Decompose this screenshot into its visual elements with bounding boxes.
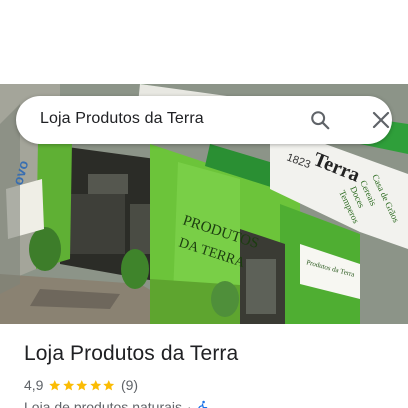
search-query-text[interactable]: Loja Produtos da Terra bbox=[40, 110, 204, 128]
top-blank-area bbox=[0, 0, 408, 84]
review-count[interactable]: (9) bbox=[121, 377, 138, 393]
place-category: Loja de produtos naturais bbox=[24, 399, 182, 408]
star-icon bbox=[49, 379, 61, 390]
search-bar[interactable]: Loja Produtos da Terra bbox=[16, 96, 392, 144]
star-icon bbox=[103, 379, 115, 390]
place-title[interactable]: Loja Produtos da Terra bbox=[24, 342, 238, 366]
search-icon[interactable] bbox=[304, 104, 336, 136]
category-row: Loja de produtos naturais · bbox=[24, 398, 210, 408]
wheelchair-icon bbox=[196, 400, 210, 408]
rating-row[interactable]: 4,9 (9) bbox=[24, 376, 138, 394]
rating-value: 4,9 bbox=[24, 377, 44, 393]
star-rating bbox=[48, 379, 116, 392]
star-icon bbox=[63, 379, 75, 390]
close-icon[interactable] bbox=[365, 104, 397, 136]
star-icon bbox=[76, 379, 88, 390]
separator-dot: · bbox=[187, 399, 192, 408]
star-icon bbox=[90, 379, 102, 390]
place-info-panel: Loja Produtos da Terra 4,9 (9) Loja de p… bbox=[0, 324, 408, 408]
